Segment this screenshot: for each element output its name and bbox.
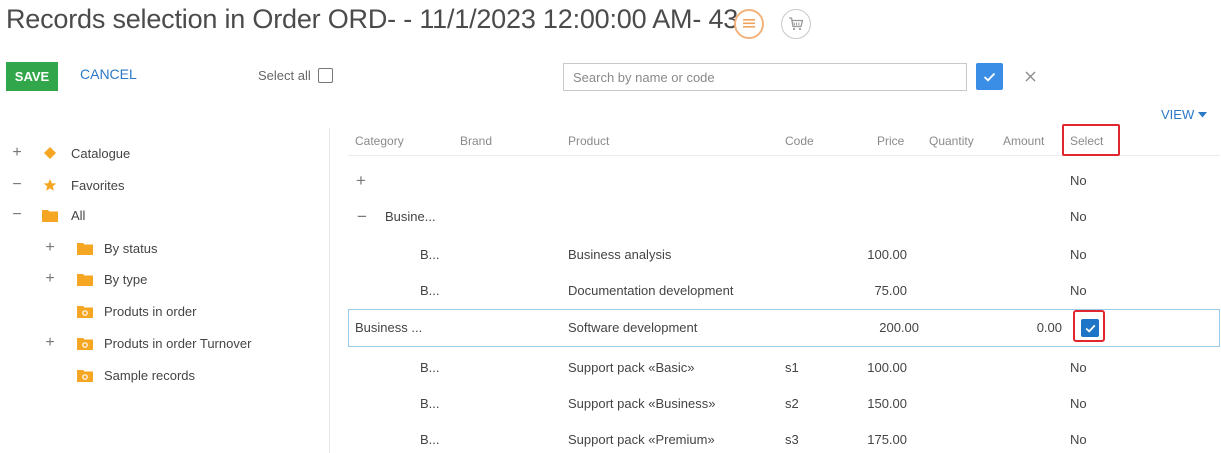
diamond-icon (42, 146, 58, 160)
category-cell: B... (420, 360, 440, 375)
tree-item-label: All (71, 207, 86, 223)
category-cell: B... (420, 247, 440, 262)
search-input[interactable] (563, 63, 967, 91)
product-cell: Documentation development (568, 283, 734, 298)
panel-divider (329, 128, 330, 453)
category-cell: B... (420, 432, 440, 447)
expand-toggle[interactable]: + (10, 145, 24, 161)
table-row[interactable]: B... Support pack «Premium» s3 175.00 No (348, 422, 1220, 453)
star-icon (42, 178, 58, 192)
folder-icon (77, 272, 93, 286)
search-apply-button[interactable] (976, 63, 1003, 90)
tree-item-sample-records[interactable]: Sample records (0, 365, 320, 385)
cart-icon (789, 17, 804, 31)
expand-toggle[interactable]: + (43, 240, 57, 256)
tree-item-by-status[interactable]: + By status (0, 238, 320, 258)
product-cell: Support pack «Premium» (568, 432, 715, 447)
category-cell: Business ... (355, 320, 423, 335)
checkmark-icon (983, 72, 996, 82)
tree-item-all[interactable]: − All (0, 205, 320, 225)
tree-item-label: Produts in order Turnover (104, 335, 252, 351)
product-cell: Support pack «Basic» (568, 360, 695, 375)
table-row[interactable]: B... Support pack «Business» s2 150.00 N… (348, 386, 1220, 422)
folder-icon (77, 241, 93, 255)
cart-button[interactable] (781, 9, 811, 39)
category-cell: B... (420, 283, 440, 298)
table-row[interactable]: B... Business analysis 100.00 No (348, 237, 1220, 273)
price-cell: 175.00 (867, 432, 907, 447)
price-cell: 200.00 (879, 320, 919, 335)
expand-toggle[interactable]: + (43, 335, 57, 351)
table-row[interactable]: B... Support pack «Basic» s1 100.00 No (348, 350, 1220, 386)
category-cell: B... (420, 396, 440, 411)
save-button[interactable]: SAVE (6, 62, 58, 91)
search-clear-button[interactable] (1020, 63, 1040, 90)
view-menu-button[interactable]: VIEW (1161, 107, 1208, 122)
dynamic-folder-icon (77, 336, 93, 350)
cancel-button[interactable]: CANCEL (80, 66, 137, 82)
list-icon (743, 19, 755, 28)
dynamic-folder-icon (77, 368, 93, 382)
tree-item-produts-in-order[interactable]: Produts in order (0, 301, 320, 321)
column-header-brand[interactable]: Brand (460, 134, 492, 148)
column-header-category[interactable]: Category (355, 134, 404, 148)
tree-item-produts-in-order-turnover[interactable]: + Produts in order Turnover (0, 333, 320, 353)
collapse-toggle[interactable]: − (10, 177, 24, 193)
select-all-checkbox[interactable] (318, 68, 333, 83)
select-value[interactable]: No (1070, 199, 1087, 235)
dynamic-folder-icon (77, 304, 93, 318)
close-icon (1025, 71, 1035, 82)
select-value[interactable]: No (1070, 422, 1087, 453)
tree-item-label: Sample records (104, 367, 196, 383)
folder-icon (42, 208, 58, 222)
select-value[interactable]: No (1070, 237, 1087, 273)
select-checkbox-highlight (1073, 310, 1105, 342)
product-cell: Support pack «Business» (568, 396, 716, 411)
price-cell: 75.00 (874, 283, 907, 298)
tree-item-label: Produts in order (104, 303, 197, 319)
amount-cell: 0.00 (1036, 320, 1062, 335)
select-value[interactable]: No (1070, 350, 1087, 386)
column-header-quantity[interactable]: Quantity (929, 134, 974, 148)
collapse-toggle[interactable]: − (357, 199, 367, 235)
table-row[interactable]: B... Documentation development 75.00 No (348, 273, 1220, 309)
select-value[interactable]: No (1070, 273, 1087, 309)
expand-toggle[interactable]: + (356, 163, 366, 199)
product-cell: Software development (568, 320, 698, 335)
tree-item-catalogue[interactable]: + Catalogue (0, 143, 320, 163)
product-cell: Business analysis (568, 247, 672, 262)
tree-item-label: By status (104, 240, 158, 256)
tree-item-label: Catalogue (71, 145, 131, 161)
code-cell: s2 (785, 396, 799, 411)
table-row[interactable]: − Busine... No (348, 199, 1220, 235)
chevron-down-icon (1198, 111, 1208, 117)
tree-item-label: By type (104, 271, 148, 287)
select-value[interactable]: No (1070, 163, 1087, 199)
column-header-amount[interactable]: Amount (1003, 134, 1044, 148)
expand-toggle[interactable]: + (43, 271, 57, 287)
select-column-highlight (1062, 124, 1120, 156)
column-header-code[interactable]: Code (785, 134, 814, 148)
view-label: VIEW (1161, 107, 1195, 122)
column-header-product[interactable]: Product (568, 134, 609, 148)
select-all-label: Select all (258, 68, 311, 83)
tree-item-by-type[interactable]: + By type (0, 269, 320, 289)
price-cell: 100.00 (867, 247, 907, 262)
list-view-button[interactable] (734, 9, 764, 39)
tree-item-favorites[interactable]: − Favorites (0, 175, 320, 195)
column-header-price[interactable]: Price (877, 134, 904, 148)
code-cell: s3 (785, 432, 799, 447)
category-cell: Busine... (385, 209, 436, 224)
collapse-toggle[interactable]: − (10, 207, 24, 223)
price-cell: 150.00 (867, 396, 907, 411)
table-row[interactable]: + No (348, 163, 1220, 199)
code-cell: s1 (785, 360, 799, 375)
page-title: Records selection in Order ORD- - 11/1/2… (6, 4, 753, 34)
select-value[interactable]: No (1070, 386, 1087, 422)
tree-item-label: Favorites (71, 177, 125, 193)
price-cell: 100.00 (867, 360, 907, 375)
